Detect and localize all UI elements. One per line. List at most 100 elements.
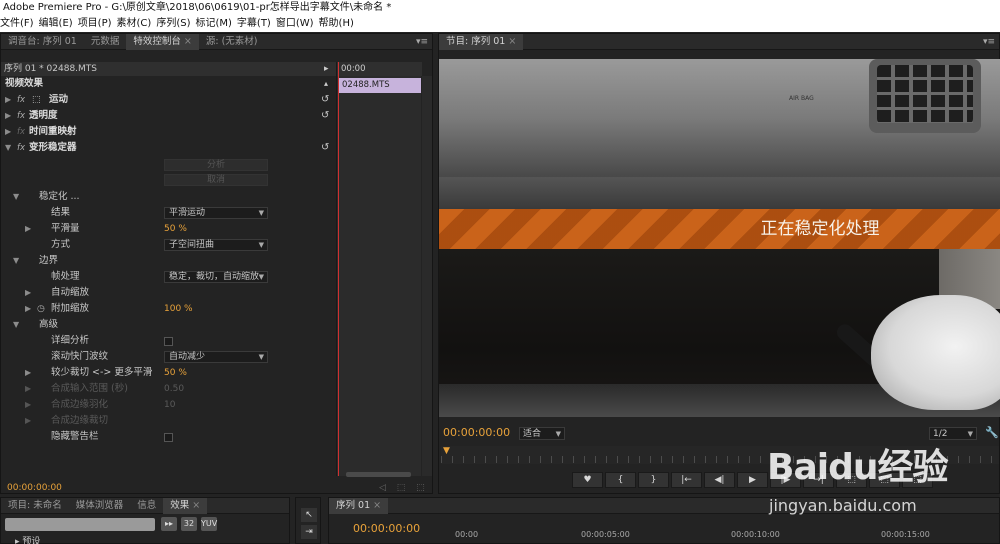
fx-icon[interactable]: fx [17,140,25,156]
twirl-down-icon[interactable]: ▼ [13,189,19,205]
param-group-borders[interactable]: ▼ 边界 [1,253,336,269]
tab-effects[interactable]: 效果 × [163,497,208,514]
tab-media-browser[interactable]: 媒体浏览器 [69,498,131,514]
effect-controls-timecode[interactable]: 00:00:00:00 [7,483,62,493]
tab-info[interactable]: 信息 [130,498,163,514]
vertical-scrollbar[interactable] [422,76,432,476]
twirl-right-icon[interactable]: ▶ [25,301,31,317]
video-frame[interactable]: AIR BAG 正在稳定化处理 [439,59,1000,417]
result-dropdown[interactable]: 平滑运动 ▼ [164,207,268,219]
twirl-right-icon[interactable]: ▶ [5,108,11,124]
presets-folder[interactable]: ▸ 预设 [15,534,40,544]
tools-panel: ↖ ⇥ [295,497,321,544]
effect-row-opacity[interactable]: ▶ fx 透明度 ↺ [1,108,336,124]
menu-edit[interactable]: 编辑(E) [39,16,78,32]
playhead-marker-icon[interactable]: ▼ [443,446,450,456]
fit-dropdown[interactable]: 适合 ▼ [519,427,565,440]
menu-title[interactable]: 字幕(T) [237,16,276,32]
watermark-url: jingyan.baidu.com [769,496,917,515]
panel-menu-icon[interactable]: ▾≡ [416,34,428,50]
play-button[interactable]: ▶ [737,472,768,488]
fx-icon[interactable]: fx [17,108,25,124]
menu-help[interactable]: 帮助(H) [319,16,359,32]
cancel-button[interactable]: 取消 [164,174,268,186]
fx-icon[interactable]: fx [17,92,25,108]
tab-effect-controls[interactable]: 特效控制台 × [126,33,199,50]
rolling-shutter-dropdown[interactable]: 自动减少 ▼ [164,351,268,363]
menu-window[interactable]: 窗口(W) [276,16,319,32]
yuv-effects-icon[interactable]: YUV [201,517,217,531]
expand-arrow-icon[interactable]: ▸ [324,62,329,76]
mark-out-button[interactable]: } [638,472,669,488]
menu-project[interactable]: 项目(P) [78,16,117,32]
tab-audio-mixer[interactable]: 调音台: 序列 01 [1,34,84,50]
twirl-right-icon[interactable]: ▶ [5,92,11,108]
twirl-right-icon[interactable]: ▶ [5,124,11,140]
param-group-stabilization[interactable]: ▼ 稳定化 ... [1,189,336,205]
menu-clip[interactable]: 素材(C) [117,16,157,32]
hide-warning-checkbox[interactable] [164,433,173,442]
effect-controls-timeline[interactable]: 00:00 02488.MTS [336,62,422,476]
param-row-method: 方式 子空间扭曲 ▼ [1,237,336,253]
stopwatch-icon[interactable]: ◷ [37,301,45,317]
close-icon[interactable]: × [184,36,192,47]
tab-project[interactable]: 项目: 未命名 [1,498,69,514]
add-marker-button[interactable]: ♥ [572,472,603,488]
framing-dropdown[interactable]: 稳定，裁切，自动缩放 ▼ [164,271,268,283]
reset-icon[interactable]: ↺ [321,108,329,124]
reset-icon[interactable]: ↺ [321,92,329,108]
collapse-arrow-icon[interactable]: ▴ [324,76,328,92]
param-label: 合成边缘裁切 [51,415,109,426]
effect-row-motion[interactable]: ▶ fx ⬚ 运动 ↺ [1,92,336,108]
sequence-timecode[interactable]: 00:00:00:00 [353,522,420,535]
panel-menu-icon[interactable]: ▾≡ [983,34,995,50]
go-to-in-button[interactable]: |← [671,472,702,488]
wrench-icon[interactable]: 🔧 [985,426,999,439]
twirl-down-icon[interactable]: ▼ [5,140,11,156]
menu-file[interactable]: 文件(F) [0,16,39,32]
horizontal-scrollbar[interactable] [346,472,411,477]
param-group-advanced[interactable]: ▼ 高级 [1,317,336,333]
detailed-analysis-checkbox[interactable] [164,337,173,346]
tab-sequence[interactable]: 序列 01 × [329,497,389,514]
clip-bar[interactable]: 02488.MTS [339,78,421,93]
selection-tool-icon[interactable]: ↖ [301,508,317,522]
param-row-additional-scale: ▶ ◷ 附加缩放 100 % [1,301,336,317]
tab-metadata[interactable]: 元数据 [84,34,127,50]
twirl-down-icon[interactable]: ▼ [13,317,19,333]
playhead-line[interactable] [338,62,339,476]
program-timecode[interactable]: 00:00:00:00 [443,426,510,439]
tab-effects-label: 效果 [170,499,190,511]
twirl-right-icon[interactable]: ▶ [25,365,31,381]
crop-smooth-value[interactable]: 50 % [164,365,187,381]
track-select-tool-icon[interactable]: ⇥ [301,525,317,539]
effect-row-warp-stabilizer[interactable]: ▼ fx 变形稳定器 ↺ [1,140,336,156]
effects-search-input[interactable] [5,518,155,531]
additional-scale-value[interactable]: 100 % [164,301,193,317]
twirl-down-icon[interactable]: ▼ [13,253,19,269]
step-back-button[interactable]: ◀| [704,472,735,488]
tab-program[interactable]: 节目: 序列 01 × [439,33,524,50]
motion-icon[interactable]: ⬚ [32,92,41,108]
twirl-right-icon[interactable]: ▶ [25,221,31,237]
close-icon[interactable]: × [192,500,200,511]
glove-image [871,295,1000,410]
param-row-rolling-shutter: 滚动快门波纹 自动减少 ▼ [1,349,336,365]
timeline-ruler[interactable]: 00:00 [337,62,422,76]
close-icon[interactable]: × [373,500,381,511]
tab-source[interactable]: 源: (无素材) [199,34,265,50]
close-icon[interactable]: × [508,36,516,47]
smoothness-value[interactable]: 50 % [164,221,187,237]
32bit-effects-icon[interactable]: 32 [181,517,197,531]
effect-controls-footer-icons[interactable]: ◁ ⬚ ⬚ [379,483,429,493]
menu-sequence[interactable]: 序列(S) [156,16,195,32]
param-label: 详细分析 [51,335,90,346]
effect-row-time-remap[interactable]: ▶ fx 时间重映射 [1,124,336,140]
accelerated-effects-icon[interactable]: ▸▸ [161,517,177,531]
menu-marker[interactable]: 标记(M) [195,16,236,32]
method-dropdown[interactable]: 子空间扭曲 ▼ [164,239,268,251]
analyze-button[interactable]: 分析 [164,159,268,171]
mark-in-button[interactable]: { [605,472,636,488]
twirl-right-icon[interactable]: ▶ [25,285,31,301]
reset-icon[interactable]: ↺ [321,140,329,156]
